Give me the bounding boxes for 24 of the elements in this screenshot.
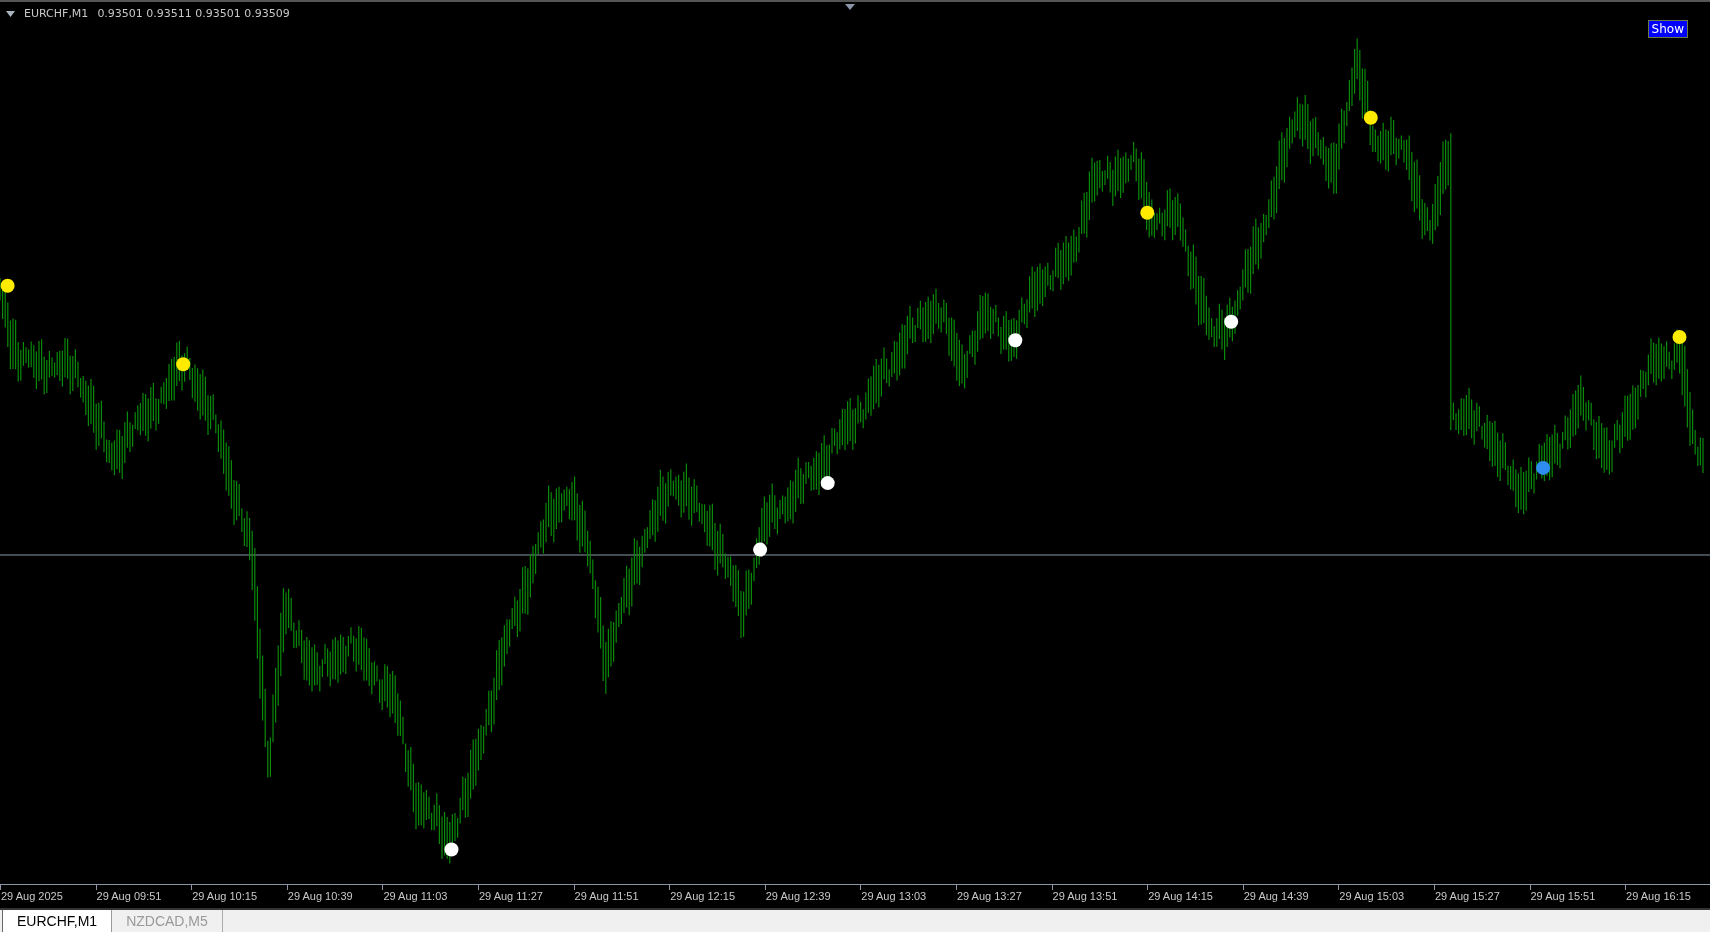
time-label: 29 Aug 2025 bbox=[1, 890, 63, 902]
chart-quotes: 0.93501 0.93511 0.93501 0.93509 bbox=[97, 7, 290, 20]
chart-tab[interactable]: EURCHF,M1 bbox=[2, 910, 113, 932]
time-label: 29 Aug 12:39 bbox=[765, 890, 831, 902]
dropdown-icon[interactable] bbox=[6, 10, 15, 17]
time-label: 29 Aug 12:15 bbox=[670, 890, 735, 902]
time-label: 29 Aug 13:51 bbox=[1052, 890, 1118, 902]
time-label: 29 Aug 10:39 bbox=[287, 890, 353, 902]
time-label: 29 Aug 09:51 bbox=[96, 890, 162, 902]
time-label: 29 Aug 14:39 bbox=[1243, 890, 1309, 902]
time-label: 29 Aug 15:03 bbox=[1339, 890, 1405, 902]
chart-symbol: EURCHF,M1 bbox=[24, 7, 89, 20]
time-label: 29 Aug 15:27 bbox=[1434, 890, 1500, 902]
time-label: 29 Aug 11:03 bbox=[383, 890, 448, 902]
time-label: 29 Aug 11:51 bbox=[574, 890, 639, 902]
show-button[interactable]: Show bbox=[1647, 20, 1688, 38]
time-label: 29 Aug 14:15 bbox=[1148, 890, 1213, 902]
time-label: 29 Aug 13:27 bbox=[956, 890, 1022, 902]
shift-marker-icon[interactable] bbox=[845, 4, 855, 10]
time-label: 29 Aug 16:15 bbox=[1626, 890, 1691, 902]
time-label: 29 Aug 13:03 bbox=[861, 890, 927, 902]
time-label: 29 Aug 15:51 bbox=[1530, 890, 1596, 902]
time-label: 29 Aug 10:15 bbox=[192, 890, 258, 902]
time-label: 29 Aug 11:27 bbox=[478, 890, 543, 902]
